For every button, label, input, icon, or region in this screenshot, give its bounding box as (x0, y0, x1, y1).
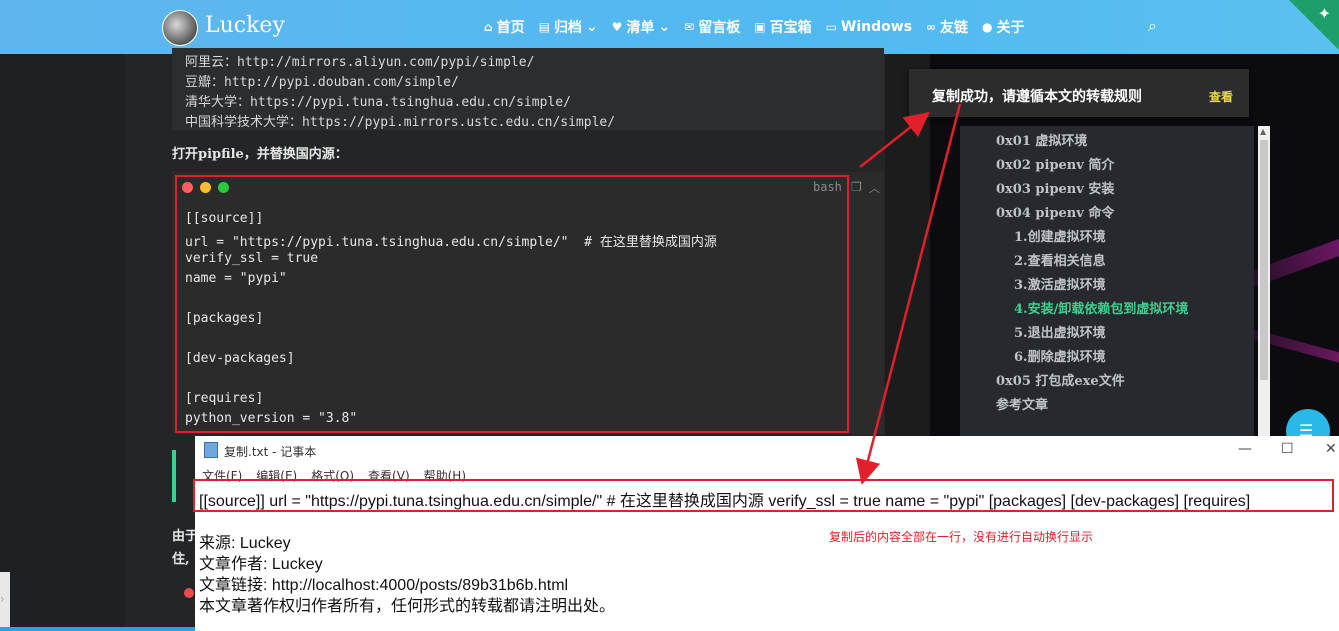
annotation-arrows (855, 103, 962, 485)
arrow-code-to-toast (859, 111, 930, 168)
arrow-toast-to-notepad (855, 103, 962, 485)
